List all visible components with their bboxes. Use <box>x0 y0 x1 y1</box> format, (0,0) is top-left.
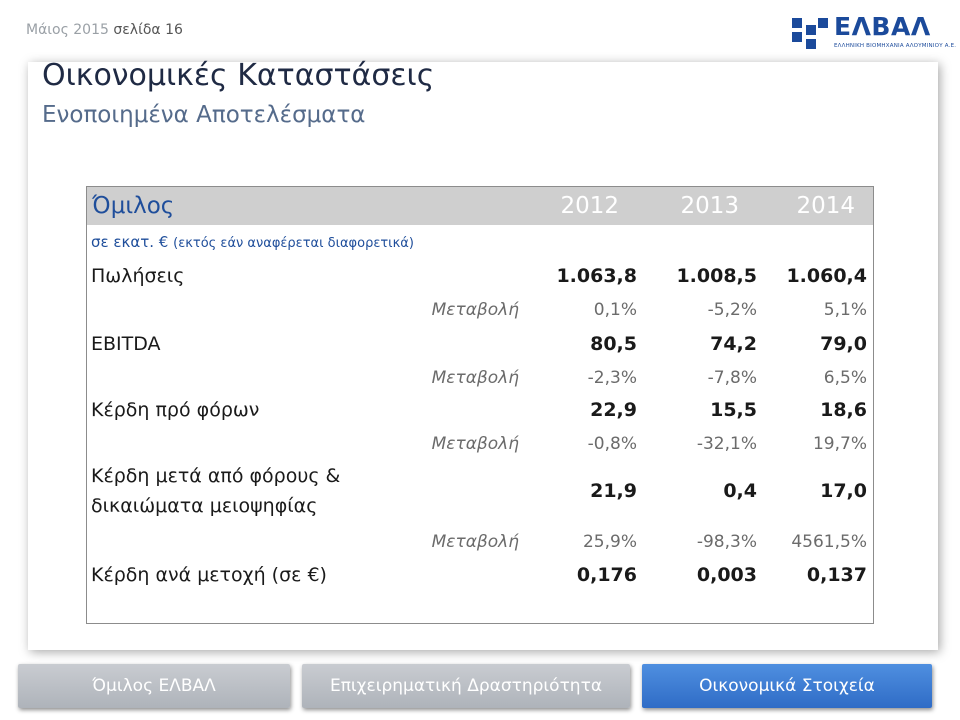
change-cell: -0,8% <box>587 434 637 454</box>
change-label: Μεταβολή <box>431 434 519 454</box>
change-label: Μεταβολή <box>431 300 519 320</box>
page-number: σελίδα 16 <box>113 22 183 38</box>
table-cell: 22,9 <box>590 399 637 421</box>
financial-table: Όμιλος 2012 2013 2014 σε εκατ. € (εκτός … <box>86 186 874 624</box>
row-label-sales: Πωλήσεις <box>91 265 185 287</box>
table-cell: 1.063,8 <box>556 265 637 287</box>
page-subtitle: Ενοποιημένα Αποτελέσματα <box>42 102 366 128</box>
change-cell: 6,5% <box>823 368 867 388</box>
nav-tab-financial-data[interactable]: Οικονομικά Στοιχεία <box>642 664 932 708</box>
row-label-eps: Κέρδη ανά μετοχή (σε €) <box>91 564 327 586</box>
logo-tagline: ΕΛΛΗΝΙΚΗ ΒΙΟΜΗΧΑΝΙΑ ΑΛΟΥΜΙΝΙΟΥ Α.Ε. <box>834 43 957 49</box>
change-cell: 5,1% <box>823 300 867 320</box>
company-logo: ΕΛΒΑΛ ΕΛΛΗΝΙΚΗ ΒΙΟΜΗΧΑΝΙΑ ΑΛΟΥΜΙΝΙΟΥ Α.Ε… <box>790 10 956 56</box>
table-cell: 0,137 <box>806 564 867 586</box>
change-cell: 19,7% <box>812 434 867 454</box>
nav-tab-business-activity[interactable]: Επιχειρηματική Δραστηριότητα <box>302 664 630 708</box>
unit-qualifier: (εκτός εάν αναφέρεται διαφορετικά) <box>173 236 414 251</box>
change-label: Μεταβολή <box>431 532 519 552</box>
table-cell: 0,176 <box>576 564 637 586</box>
change-cell: 4561,5% <box>791 532 867 552</box>
table-cell: 80,5 <box>590 333 637 355</box>
table-header: Όμιλος 2012 2013 2014 <box>87 187 873 225</box>
unit-note: σε εκατ. € (εκτός εάν αναφέρεται διαφορε… <box>91 233 414 251</box>
change-cell: -2,3% <box>587 368 637 388</box>
row-label-net-profit-line1: Κέρδη μετά από φόρους & <box>91 465 341 487</box>
date-text: Μάιος 2015 <box>26 22 109 38</box>
table-cell: 1.060,4 <box>786 265 867 287</box>
logo-brand: ΕΛΒΑΛ <box>834 12 931 41</box>
nav-tab-group-elval[interactable]: Όμιλος ΕΛΒΑΛ <box>18 664 290 708</box>
table-cell: 18,6 <box>820 399 867 421</box>
change-cell: 25,9% <box>582 532 637 552</box>
year-column-2012: 2012 <box>560 193 619 219</box>
row-label-ebitda: EBITDA <box>91 333 161 355</box>
table-cell: 79,0 <box>820 333 867 355</box>
page-title: Οικονομικές Καταστάσεις <box>42 58 435 93</box>
header-date: Μάιος 2015 σελίδα 16 <box>26 22 183 38</box>
logo-mark-icon <box>792 18 828 49</box>
header-label: Όμιλος <box>92 193 175 219</box>
year-column-2014: 2014 <box>796 193 855 219</box>
row-label-pretax-profit: Κέρδη πρό φόρων <box>91 399 260 421</box>
unit-main: σε εκατ. € <box>91 233 169 251</box>
table-cell: 17,0 <box>820 480 867 502</box>
table-cell: 21,9 <box>590 480 637 502</box>
year-column-2013: 2013 <box>680 193 739 219</box>
change-label: Μεταβολή <box>431 368 519 388</box>
change-cell: 0,1% <box>593 300 637 320</box>
row-label-net-profit-line2: δικαιώματα μειοψηφίας <box>91 495 318 517</box>
